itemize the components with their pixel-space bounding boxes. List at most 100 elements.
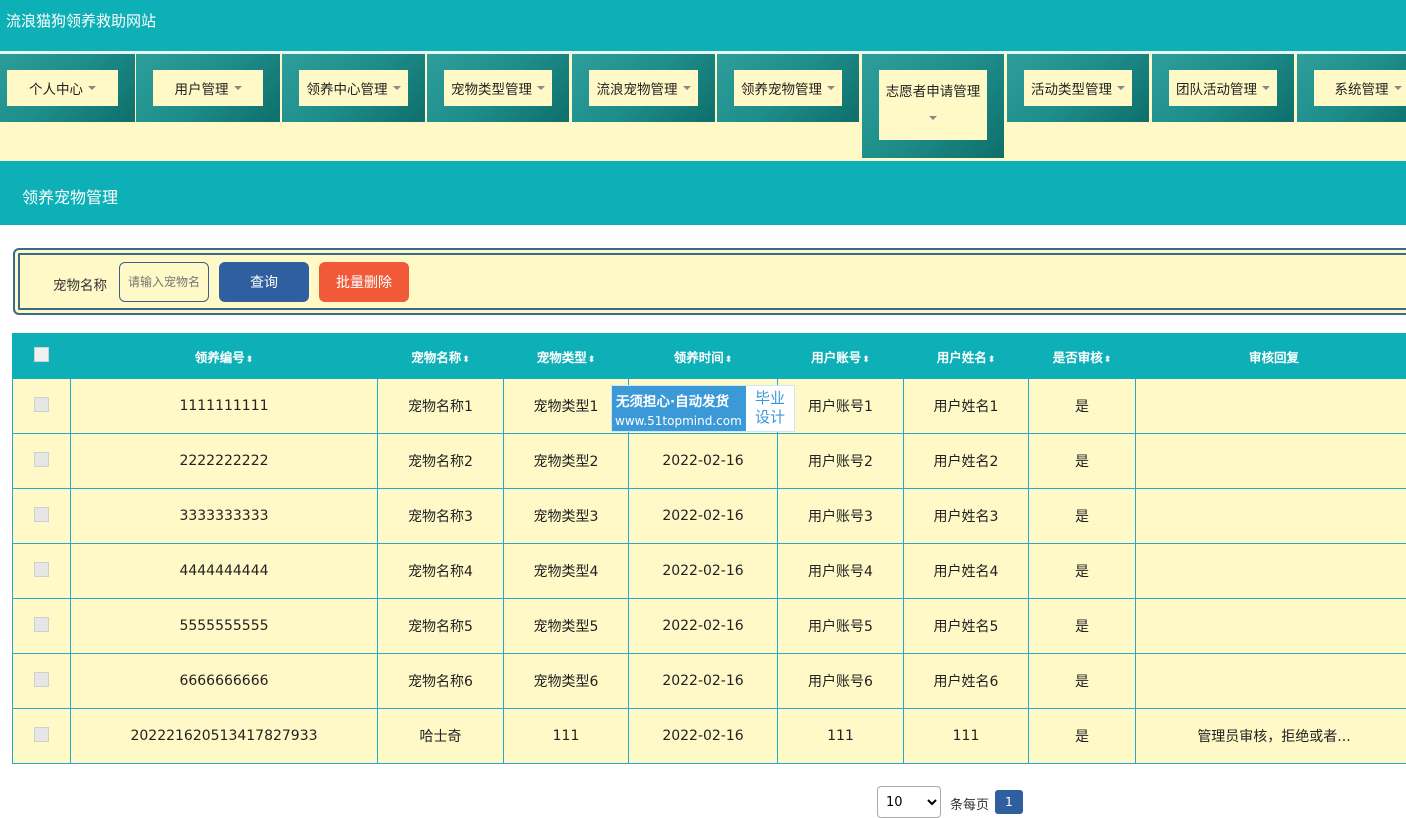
column-header-label: 用户账号	[811, 349, 862, 365]
review-reply-cell	[1135, 378, 1406, 434]
review-status-cell: 是	[1028, 598, 1136, 654]
user-account-cell: 用户账号4	[777, 543, 904, 599]
page-title: 领养宠物管理	[22, 188, 119, 207]
top-header: 流浪猫狗领养救助网站	[0, 0, 1406, 51]
query-button[interactable]: 查询	[219, 262, 309, 302]
column-header-label: 宠物类型	[536, 349, 587, 365]
column-header-label: 领养编号	[194, 349, 245, 365]
nav-item-activity-type[interactable]: 活动类型管理	[1007, 54, 1149, 122]
user-name-cell: 用户姓名4	[903, 543, 1029, 599]
review-reply-cell	[1135, 543, 1406, 599]
sort-icon[interactable]: ⬍	[988, 355, 996, 365]
pet-name-cell: 宠物名称2	[377, 433, 504, 489]
pet-type-cell: 111	[503, 708, 629, 764]
chevron-down-icon	[1117, 86, 1125, 90]
chevron-down-icon	[827, 86, 835, 90]
row-select-cell	[12, 378, 71, 434]
sort-icon[interactable]: ⬍	[462, 355, 470, 365]
user-account-cell: 用户账号5	[777, 598, 904, 654]
review-status-cell: 是	[1028, 488, 1136, 544]
sort-icon[interactable]: ⬍	[588, 355, 596, 365]
column-header[interactable]: 领养编号⬍	[70, 333, 378, 379]
pet-type-cell: 宠物类型1	[503, 378, 629, 434]
page-size-select[interactable]: 10	[877, 786, 941, 818]
user-account-cell: 用户账号6	[777, 653, 904, 709]
row-select-cell	[12, 708, 71, 764]
column-header-label: 审核回复	[1248, 349, 1299, 365]
nav-item-adopt-pet[interactable]: 领养宠物管理	[717, 54, 859, 122]
pet-type-cell: 宠物类型3	[503, 488, 629, 544]
row-checkbox[interactable]	[34, 506, 49, 522]
adoption-id-cell: 2222222222	[70, 433, 378, 489]
table-row: 5555555555 宠物名称5 宠物类型5 2022-02-16 用户账号5 …	[12, 598, 1406, 654]
review-reply-cell	[1135, 598, 1406, 654]
column-header-label: 用户姓名	[936, 349, 987, 365]
column-header[interactable]: 用户账号⬍	[777, 333, 904, 379]
adoption-id-cell: 3333333333	[70, 488, 378, 544]
pet-name-cell: 宠物名称3	[377, 488, 504, 544]
adoption-id-cell: 5555555555	[70, 598, 378, 654]
sort-icon[interactable]: ⬍	[246, 355, 254, 365]
adoption-date-cell: 2022-02-16	[628, 543, 778, 599]
column-header-label: 宠物名称	[411, 349, 462, 365]
column-header[interactable]: 用户姓名⬍	[903, 333, 1029, 379]
chevron-down-icon	[1393, 86, 1402, 90]
nav-item-personal-center[interactable]: 个人中心	[0, 54, 135, 122]
row-checkbox[interactable]	[34, 726, 49, 742]
nav-item-volunteer[interactable]: 志愿者申请管理	[862, 54, 1004, 158]
column-header[interactable]: 宠物类型⬍	[503, 333, 629, 379]
review-reply-cell	[1135, 488, 1406, 544]
per-page-label: 条每页	[950, 798, 990, 813]
nav-item-stray-pet[interactable]: 流浪宠物管理	[572, 54, 715, 122]
table-header-row: 领养编号⬍ 宠物名称⬍ 宠物类型⬍ 领养时间⬍ 用户账号⬍ 用户姓名⬍ 是否审核…	[12, 333, 1406, 379]
review-reply-cell	[1135, 653, 1406, 709]
nav-item-label: 用户管理	[174, 82, 229, 98]
row-checkbox[interactable]	[34, 671, 49, 687]
row-checkbox[interactable]	[34, 396, 49, 412]
nav-item-pet-type[interactable]: 宠物类型管理	[427, 54, 569, 122]
pet-name-cell: 宠物名称5	[377, 598, 504, 654]
row-select-cell	[12, 488, 71, 544]
pet-type-cell: 宠物类型4	[503, 543, 629, 599]
row-checkbox[interactable]	[34, 561, 49, 577]
pet-type-cell: 宠物类型2	[503, 433, 629, 489]
nav-item-label: 领养中心管理	[306, 82, 388, 98]
page-number-button[interactable]: 1	[995, 790, 1023, 814]
nav-item-user-management[interactable]: 用户管理	[136, 54, 280, 122]
table-row: 2222222222 宠物名称2 宠物类型2 2022-02-16 用户账号2 …	[12, 433, 1406, 489]
sort-icon[interactable]: ⬍	[725, 355, 733, 365]
pet-name-cell: 宠物名称4	[377, 543, 504, 599]
chevron-down-icon	[929, 116, 937, 120]
watermark-banner: 无须担心·自动发货 www.51topmind.com 毕业 设计	[611, 385, 795, 432]
review-reply-cell: 管理员审核，拒绝或者...	[1135, 708, 1406, 764]
column-header: 审核回复	[1135, 333, 1406, 379]
select-all-checkbox[interactable]	[34, 347, 49, 362]
column-header[interactable]: 领养时间⬍	[628, 333, 778, 379]
nav-item-label: 团队活动管理	[1176, 82, 1257, 98]
column-header[interactable]: 宠物名称⬍	[377, 333, 504, 379]
search-form: 宠物名称 查询 批量删除	[13, 248, 1406, 315]
batch-delete-button[interactable]: 批量删除	[319, 262, 409, 302]
adoption-date-cell: 2022-02-16	[628, 433, 778, 489]
pet-name-cell: 哈士奇	[377, 708, 504, 764]
select-all-cell	[12, 333, 71, 379]
sort-icon[interactable]: ⬍	[1104, 355, 1112, 365]
column-header[interactable]: 是否审核⬍	[1028, 333, 1136, 379]
nav-item-label: 宠物类型管理	[451, 82, 532, 98]
row-checkbox[interactable]	[34, 616, 49, 632]
nav-item-label: 活动类型管理	[1031, 82, 1112, 98]
review-status-cell: 是	[1028, 378, 1136, 434]
column-header-label: 是否审核	[1052, 349, 1103, 365]
nav-item-adoption-center[interactable]: 领养中心管理	[282, 54, 425, 122]
review-reply-cell	[1135, 433, 1406, 489]
pet-name-search-input[interactable]	[119, 262, 209, 302]
adoption-id-cell: 1111111111	[70, 378, 378, 434]
search-label: 宠物名称	[53, 278, 107, 294]
row-checkbox[interactable]	[34, 451, 49, 467]
adoption-date-cell: 2022-02-16	[628, 708, 778, 764]
nav-item-system[interactable]: 系统管理	[1297, 54, 1406, 122]
nav-item-team-activity[interactable]: 团队活动管理	[1152, 54, 1294, 122]
sort-icon[interactable]: ⬍	[862, 355, 870, 365]
row-select-cell	[12, 543, 71, 599]
user-name-cell: 用户姓名2	[903, 433, 1029, 489]
